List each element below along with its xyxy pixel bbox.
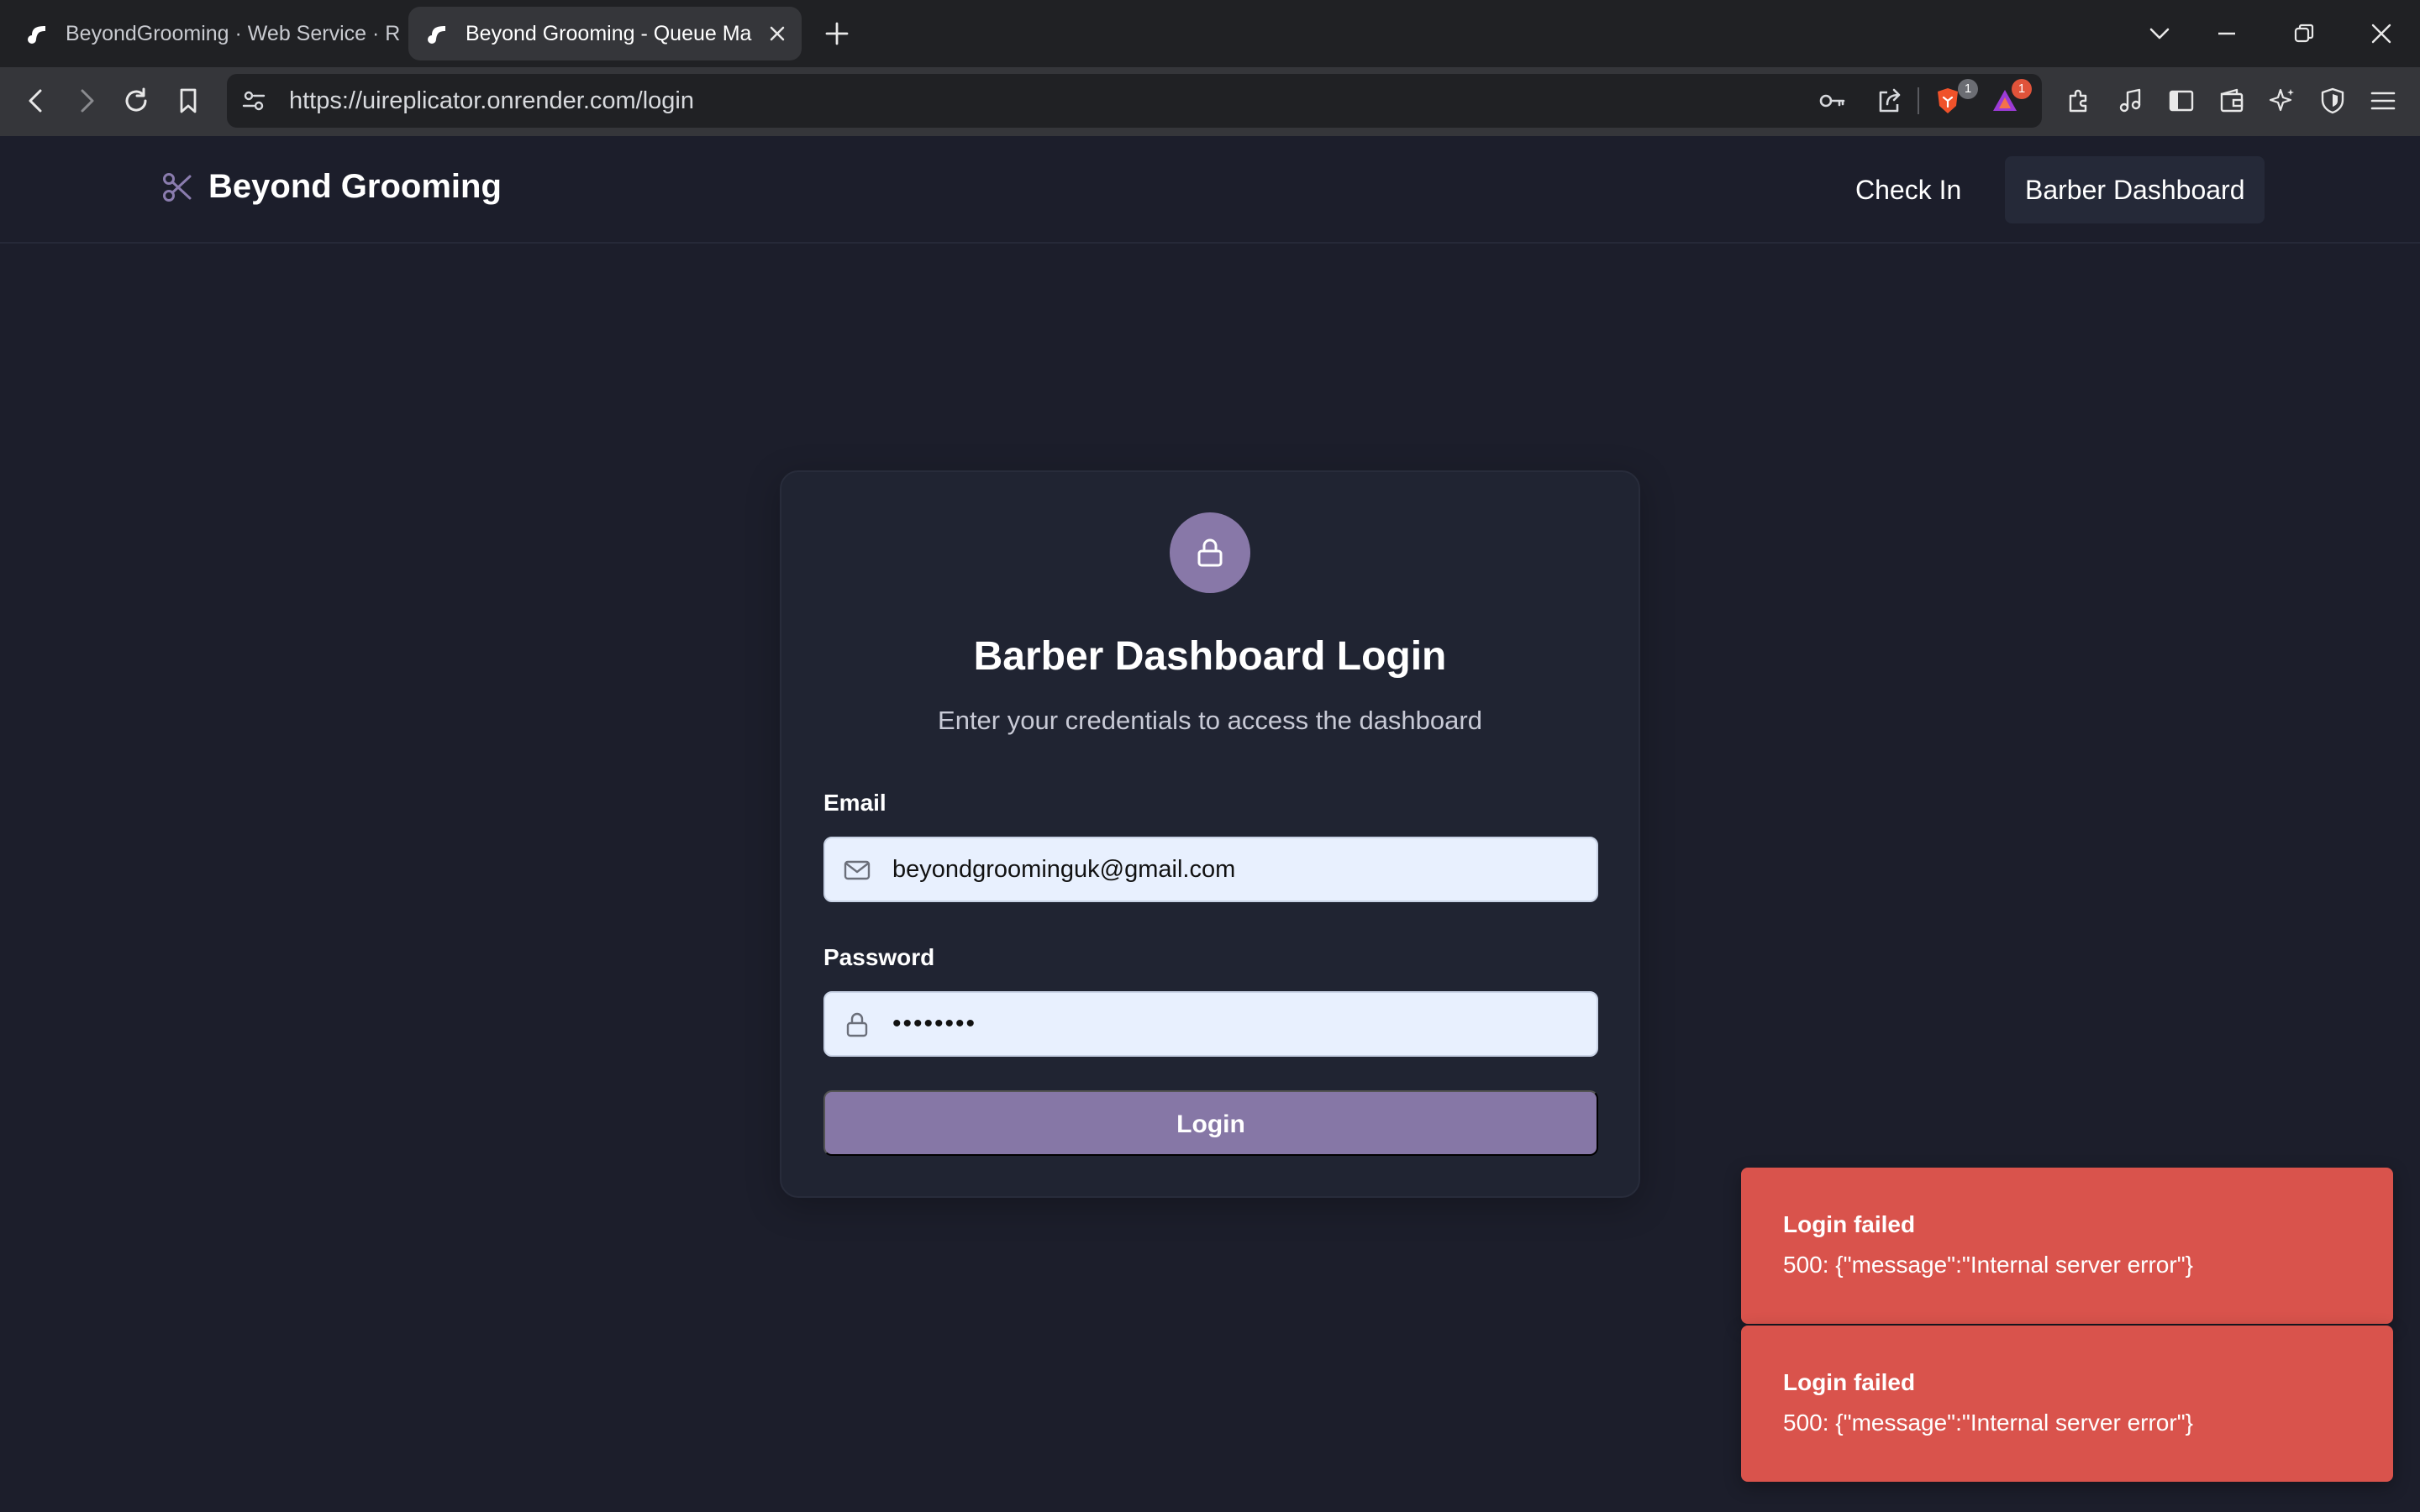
login-card: Barber Dashboard Login Enter your creden… bbox=[780, 470, 1640, 1198]
toast-title: Login failed bbox=[1783, 1369, 1916, 1395]
browser-toolbar: https://uireplicator.onrender.com/login … bbox=[0, 67, 2420, 136]
email-input-value[interactable]: beyondgroominguk@gmail.com bbox=[892, 838, 1235, 900]
password-key-icon[interactable] bbox=[1817, 86, 1847, 116]
scissors-icon bbox=[163, 172, 192, 202]
lock-icon bbox=[1197, 538, 1223, 567]
nav-barber-dashboard-link[interactable]: Barber Dashboard bbox=[2005, 156, 2265, 223]
tab-title: BeyondGrooming · Web Service · R bbox=[66, 21, 401, 45]
forward-icon[interactable] bbox=[71, 86, 101, 116]
login-button[interactable]: Login bbox=[823, 1090, 1598, 1156]
close-window-icon[interactable] bbox=[2368, 20, 2395, 47]
lock-badge bbox=[1170, 512, 1250, 593]
new-tab-icon[interactable] bbox=[823, 18, 850, 49]
page-title: Barber Dashboard Login bbox=[973, 634, 1447, 679]
rewards-count-badge: 1 bbox=[2012, 79, 2032, 99]
bookmark-icon[interactable] bbox=[173, 86, 203, 116]
browser-tab-queue-manager[interactable]: Beyond Grooming - Queue Ma bbox=[408, 7, 802, 60]
close-tab-icon[interactable] bbox=[766, 23, 788, 45]
minimize-icon[interactable] bbox=[2213, 20, 2240, 47]
lock-icon bbox=[846, 1012, 868, 1037]
toast-title: Login failed bbox=[1783, 1211, 1916, 1237]
app-header: Beyond Grooming Check In Barber Dashboar… bbox=[0, 136, 2420, 244]
extensions-puzzle-icon[interactable] bbox=[2064, 86, 2094, 116]
toast-message: 500: {"message":"Internal server error"} bbox=[1783, 1252, 2193, 1278]
email-label: Email bbox=[823, 790, 886, 816]
brand-logo[interactable]: Beyond Grooming bbox=[161, 168, 502, 206]
email-field[interactable]: beyondgroominguk@gmail.com bbox=[823, 837, 1598, 902]
error-toast[interactable]: Login failed 500: {"message":"Internal s… bbox=[1741, 1326, 2393, 1482]
render-favicon-icon bbox=[28, 26, 45, 44]
site-settings-icon[interactable] bbox=[239, 86, 269, 116]
address-bar[interactable]: https://uireplicator.onrender.com/login … bbox=[227, 74, 2042, 128]
browser-tabstrip: BeyondGrooming · Web Service · R Beyond … bbox=[0, 0, 2420, 67]
restore-icon[interactable] bbox=[2291, 20, 2317, 47]
sidebar-toggle-icon[interactable] bbox=[2166, 86, 2196, 116]
share-icon[interactable] bbox=[1874, 86, 1904, 116]
tab-search-chevron-icon[interactable] bbox=[2146, 20, 2173, 47]
nav-check-in-link[interactable]: Check In bbox=[1840, 156, 1976, 223]
back-icon[interactable] bbox=[22, 86, 52, 116]
render-favicon-icon bbox=[428, 26, 445, 44]
wallet-icon[interactable] bbox=[2217, 86, 2247, 116]
password-input-value[interactable]: •••••••• bbox=[892, 993, 976, 1055]
password-label: Password bbox=[823, 944, 935, 970]
address-bar-url[interactable]: https://uireplicator.onrender.com/login bbox=[289, 74, 694, 128]
mail-icon bbox=[844, 860, 871, 880]
toast-message: 500: {"message":"Internal server error"} bbox=[1783, 1410, 2193, 1436]
shields-count-badge: 1 bbox=[1958, 79, 1978, 99]
leo-ai-stars-icon[interactable] bbox=[2267, 86, 2297, 116]
vpn-shield-icon[interactable] bbox=[2317, 86, 2348, 116]
menu-hamburger-icon[interactable] bbox=[2368, 86, 2398, 116]
page-subtitle: Enter your credentials to access the das… bbox=[938, 706, 1482, 735]
password-field[interactable]: •••••••• bbox=[823, 991, 1598, 1057]
media-music-icon[interactable] bbox=[2116, 86, 2146, 116]
error-toast[interactable]: Login failed 500: {"message":"Internal s… bbox=[1741, 1168, 2393, 1324]
tab-title: Beyond Grooming - Queue Ma bbox=[466, 21, 752, 45]
browser-tab-web-service[interactable]: BeyondGrooming · Web Service · R bbox=[8, 7, 403, 60]
brand-name: Beyond Grooming bbox=[208, 168, 502, 205]
reload-icon[interactable] bbox=[121, 86, 151, 116]
